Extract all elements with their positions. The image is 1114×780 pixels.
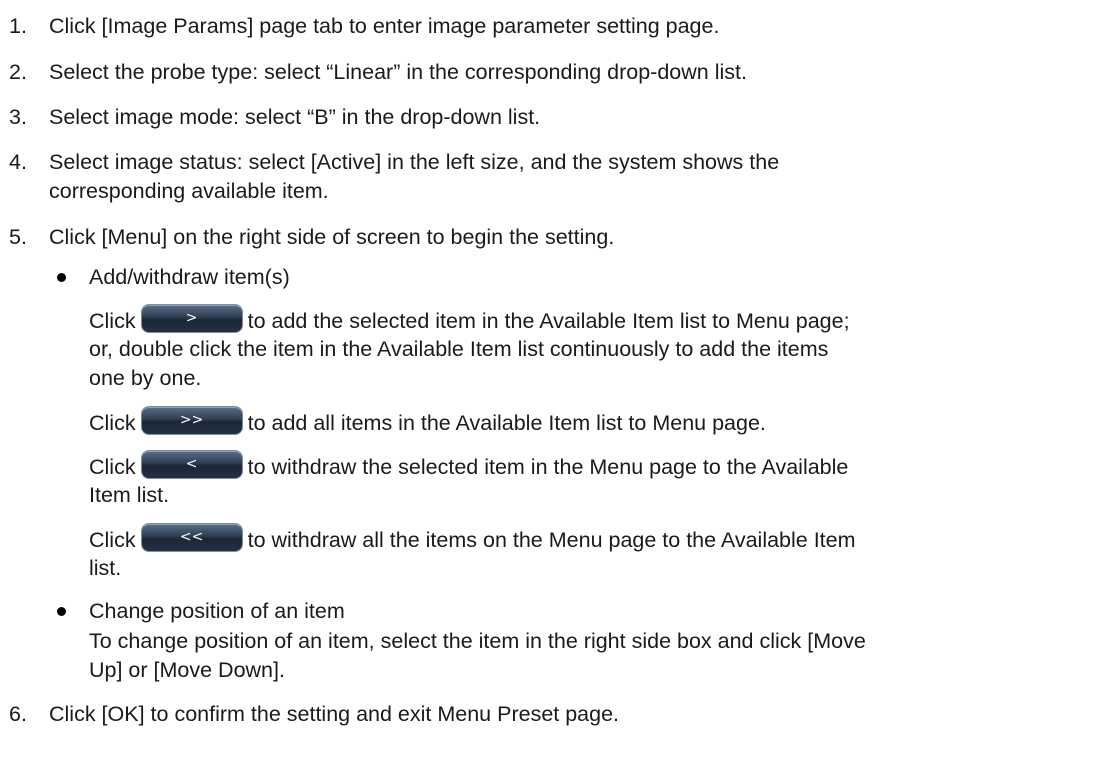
step-2-text: Select the probe type: select “Linear” i… <box>49 60 747 84</box>
step-3-text: Select image mode: select “B” in the dro… <box>49 105 541 129</box>
withdraw-all-button[interactable]: << <box>140 522 243 552</box>
click-label: Click <box>89 454 136 479</box>
action-text: to withdraw all the items on the Menu pa… <box>247 527 856 552</box>
add-all-button[interactable]: >> <box>140 405 243 435</box>
action-text: to add the selected item in the Availabl… <box>247 308 850 333</box>
action-add-selected-cont: or, double click the item in the Availab… <box>89 337 829 361</box>
action-withdraw-all: Click << to withdraw all the items on the … <box>89 522 856 555</box>
click-label: Click <box>89 527 136 552</box>
action-add-selected-cont2: one by one. <box>89 366 202 390</box>
change-position-text-cont: Up] or [Move Down]. <box>89 658 285 682</box>
click-label: Click <box>89 308 136 333</box>
step-1-text: Click [Image Params] page tab to enter i… <box>49 14 720 38</box>
add-selected-button[interactable]: > <box>140 303 243 333</box>
action-text: to add all items in the Available Item l… <box>247 410 766 435</box>
bullet-change-position-title: Change position of an item <box>89 599 345 623</box>
step-5-number: 5. <box>9 225 27 249</box>
action-add-all: Click >> to add all items in the Available… <box>89 405 766 438</box>
step-4-text-cont: corresponding available item. <box>49 179 329 203</box>
action-withdraw-all-cont: list. <box>89 556 122 580</box>
step-3-number: 3. <box>9 105 27 129</box>
step-1-number: 1. <box>9 14 27 38</box>
action-withdraw-selected-cont: Item list. <box>89 483 170 507</box>
step-4-text: Select image status: select [Active] in … <box>49 150 780 174</box>
step-5-text: Click [Menu] on the right side of screen… <box>49 225 615 249</box>
action-text: to withdraw the selected item in the Men… <box>247 454 849 479</box>
step-2-number: 2. <box>9 60 27 84</box>
bullet-add-withdraw-title: Add/withdraw item(s) <box>89 265 290 289</box>
withdraw-selected-button[interactable]: < <box>140 449 243 479</box>
step-4-number: 4. <box>9 150 27 174</box>
click-label: Click <box>89 410 136 435</box>
bullet-icon <box>57 607 66 616</box>
action-add-selected: Click > to add the selected item in the Av… <box>89 303 850 336</box>
step-6-number: 6. <box>9 702 27 726</box>
bullet-icon <box>57 273 66 282</box>
step-6-text: Click [OK] to confirm the setting and ex… <box>49 702 620 726</box>
change-position-text: To change position of an item, select th… <box>89 629 866 653</box>
action-withdraw-selected: Click < to withdraw the selected item in t… <box>89 449 849 482</box>
